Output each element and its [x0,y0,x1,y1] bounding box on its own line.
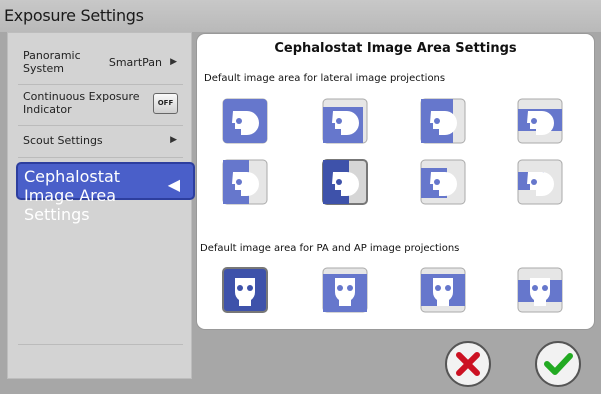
pa-area-option-1-selected[interactable] [221,266,269,314]
off-toggle-button[interactable]: OFF [153,93,178,114]
title-bar: Exposure Settings [0,0,601,32]
divider [18,344,183,345]
image-area-panel: Cephalostat Image Area Settings Default … [196,33,595,330]
pa-area-option-4[interactable] [516,266,564,314]
sidebar-item-label: Cephalostat Image Area Settings [24,167,121,224]
panel-title: Cephalostat Image Area Settings [274,41,517,56]
checkmark-icon [535,341,581,387]
divider [18,84,183,85]
pa-area-option-2[interactable] [321,266,369,314]
lateral-area-option-5[interactable] [221,158,269,206]
chevron-right-icon: ▶ [170,135,177,145]
sidebar-item-label: Panoramic System [23,49,81,75]
sidebar-item-continuous-exposure[interactable]: Continuous Exposure Indicator OFF [8,90,191,122]
lateral-heading: Default image area for lateral image pro… [204,73,446,84]
chevron-right-icon: ▶ [170,57,177,67]
sidebar-item-scout-settings[interactable]: Scout Settings ▶ [8,133,191,153]
chevron-left-icon: ◀ [167,175,180,194]
x-icon [445,341,491,387]
lateral-area-option-7[interactable] [419,158,467,206]
pa-heading: Default image area for PA and AP image p… [200,243,460,254]
lateral-area-option-2[interactable] [321,97,369,145]
sidebar-item-value: SmartPan [108,56,162,69]
ok-button[interactable] [534,340,582,388]
sidebar-item-cephalostat[interactable]: Cephalostat Image Area Settings ◀ [16,162,195,224]
sidebar-item-panoramic-system[interactable]: Panoramic System SmartPan ▶ [8,49,191,81]
window-title: Exposure Settings [4,6,144,25]
lateral-area-option-8[interactable] [516,158,564,206]
lateral-area-option-4[interactable] [516,97,564,145]
cancel-button[interactable] [444,340,492,388]
lateral-area-option-1[interactable] [221,97,269,145]
lateral-area-option-3[interactable] [419,97,467,145]
lateral-area-option-6-selected[interactable] [321,158,369,206]
sidebar: Panoramic System SmartPan ▶ Continuous E… [7,32,195,379]
pa-area-option-3[interactable] [419,266,467,314]
divider [18,125,183,126]
sidebar-item-label: Scout Settings [23,134,103,147]
divider [18,157,183,158]
sidebar-item-label: Continuous Exposure Indicator [23,90,140,116]
